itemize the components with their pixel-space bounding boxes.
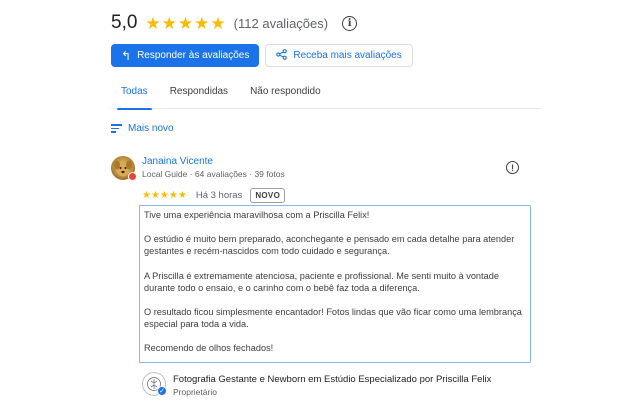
get-more-reviews-button[interactable]: Receba mais avaliações (265, 44, 413, 67)
rating-summary: 5,0 ★ ★ ★ ★ ★ (112 avaliações) i (111, 11, 358, 35)
reply-reviews-label: Responder às avaliações (137, 50, 250, 61)
tab-replied[interactable]: Respondidas (170, 82, 228, 109)
rating-count: (112 avaliações) (233, 15, 329, 31)
star-icon: ★ (161, 13, 177, 33)
owner-name: Fotografia Gestante e Newborn em Estúdio… (173, 374, 492, 385)
get-more-reviews-label: Receba mais avaliações (293, 50, 402, 61)
rating-score: 5,0 (111, 12, 138, 33)
review-rating-row: ★ ★ ★ ★ ★ Há 3 horas NOVO (142, 188, 286, 203)
review-tabs: Todas Respondidas Não respondido (111, 82, 541, 110)
owner-role: Proprietário (173, 387, 217, 397)
report-alert-icon[interactable]: ! (506, 161, 519, 174)
star-icon: ★ (177, 189, 187, 201)
star-icon: ★ (159, 189, 169, 201)
reply-reviews-button[interactable]: ↰ Responder às avaliações (111, 44, 260, 67)
review-time: Há 3 horas (195, 190, 243, 201)
review-paragraph: O estúdio é muito bem preparado, aconche… (144, 234, 515, 257)
star-icon: ★ (142, 189, 151, 201)
review-paragraph: O resultado ficou simplesmente encantado… (144, 307, 522, 330)
reviewer-name[interactable]: Janaina Vicente (142, 156, 213, 167)
review-paragraph: A Priscilla é extremamente atenciosa, pa… (144, 270, 499, 293)
star-icon: ★ (194, 13, 210, 33)
star-icon: ★ (168, 189, 178, 201)
reply-icon: ↰ (121, 48, 132, 63)
share-icon (276, 48, 288, 63)
review-text[interactable]: Tive uma experiência maravilhosa com a P… (139, 205, 531, 363)
star-icon: ★ (145, 13, 161, 33)
tab-unreplied[interactable]: Não respondido (250, 82, 321, 109)
action-buttons: ↰ Responder às avaliações Receba mais av… (111, 44, 413, 67)
review-paragraph: Tive uma experiência maravilhosa com a P… (144, 210, 370, 220)
tab-all[interactable]: Todas (117, 82, 152, 110)
star-icon: ★ (177, 13, 194, 33)
verified-check-icon: ✓ (157, 386, 167, 396)
sort-label: Mais novo (128, 123, 174, 134)
reviewer-meta: Local Guide · 64 avaliações · 39 fotos (142, 169, 285, 179)
new-badge: NOVO (250, 188, 286, 203)
star-icon: ★ (150, 189, 160, 201)
local-guide-badge-icon (128, 172, 137, 181)
rating-stars: ★ ★ ★ ★ ★ (145, 15, 226, 32)
star-icon: ★ (210, 13, 226, 33)
info-icon[interactable]: i (342, 15, 358, 31)
review-paragraph: Recomendo de olhos fechados! (144, 343, 274, 354)
sort-icon (111, 124, 122, 133)
sort-button[interactable]: Mais novo (111, 123, 174, 134)
